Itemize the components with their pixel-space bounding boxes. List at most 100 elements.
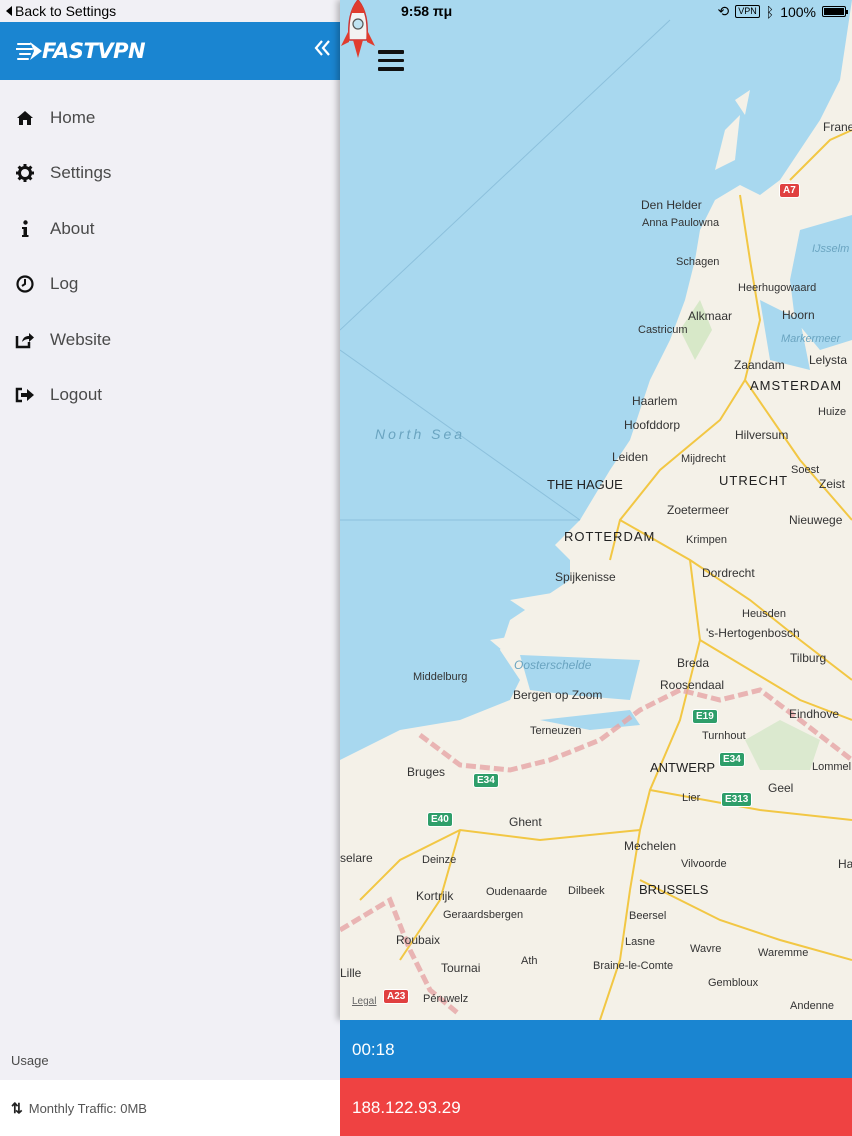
monthly-traffic-row: ⇅ Monthly Traffic: 0MB [0,1080,340,1136]
map-label: Hilversum [735,428,789,442]
back-arrow-icon [6,6,12,16]
back-to-settings-link[interactable]: Back to Settings [6,3,116,19]
map-label: Beersel [629,910,667,922]
road-badge: A23 [383,989,410,1004]
map-label: Waremme [758,947,809,959]
map-label: Braine-le-Comte [593,960,674,972]
road-badge: E34 [473,773,499,788]
sidebar-item-label: Settings [50,163,112,183]
map-label: Haarlem [632,394,678,408]
sidebar-item-logout[interactable]: Logout [0,368,340,424]
map-label: North Sea [375,426,466,442]
map-label: AMSTERDAM [750,378,843,393]
map-label: Heerhugowaard [738,282,817,294]
map-label: Zoetermeer [667,503,730,517]
sidebar-header: FASTVPN [0,22,340,80]
sidebar-item-website[interactable]: Website [0,312,340,368]
map-label: Geraardsbergen [443,909,524,921]
map-label: Anna Paulowna [642,217,720,229]
map-label: IJsselm [812,243,850,255]
map-label: Krimpen [686,534,727,546]
share-icon [0,331,50,349]
sidebar-item-settings[interactable]: Settings [0,146,340,202]
legal-link[interactable]: Legal [352,996,376,1007]
map-label: Roosendaal [660,678,725,692]
map-label: Lasne [625,936,655,948]
map-label: Breda [677,656,710,670]
map-label: Oudenaarde [486,886,548,898]
map-label: Tilburg [790,651,827,665]
hamburger-menu-button[interactable] [378,50,404,72]
map-label: Terneuzen [530,725,582,737]
battery-percent: 100% [780,3,816,20]
map-label: Bergen op Zoom [513,688,603,702]
map-label: Deinze [422,854,457,866]
map-label: Dilbeek [568,885,605,897]
clock-icon [0,275,50,293]
map-label: Péruwelz [423,993,469,1005]
map-label: Lelysta [809,353,848,367]
map-label: Middelburg [413,671,468,683]
double-chevron-left-icon [314,40,330,56]
connection-timer-bar: 00:18 [340,1020,852,1078]
sidebar-item-label: Home [50,107,96,127]
map-label: Mijdrecht [681,453,726,465]
map-label: Tournai [441,961,481,975]
map-background [340,0,852,1020]
map-label: Hoorn [782,308,815,322]
map-view[interactable]: Frane Den Helder Anna Paulowna Schagen H… [340,0,852,1020]
map-label: Schagen [676,256,720,268]
map-label: THE HAGUE [547,477,623,492]
sidebar-item-about[interactable]: About [0,201,340,257]
sidebar-item-home[interactable]: Home [0,90,340,146]
map-label: Bruges [407,765,446,779]
map-label: Geel [768,781,794,795]
map-label: Mechelen [624,839,677,853]
map-label: Zaandam [734,358,785,372]
monthly-traffic-text: Monthly Traffic: 0MB [28,1100,147,1116]
map-label: Andenne [790,1000,835,1012]
gear-icon [0,164,50,183]
map-label: Lier [682,792,701,804]
map-label: Spijkenisse [555,570,616,584]
map-label: Huize [818,406,847,418]
map-label: Gembloux [708,977,759,989]
map-label: Alkmaar [688,309,733,323]
map-label: ROTTERDAM [564,529,656,544]
sidebar-menu: Home Settings About Log Website Logout [0,90,340,423]
map-label: Den Helder [641,198,702,212]
road-badge: E34 [719,752,745,767]
sidebar-item-label: Logout [50,385,102,405]
ip-address: 188.122.93.29 [352,1098,461,1117]
map-label: Nieuwege [789,513,843,527]
map-label: Lommel [812,761,852,773]
road-badge: E313 [721,792,753,807]
map-label: Eindhove [789,707,840,721]
sidebar-item-label: Log [50,274,79,294]
map-label: Markermeer [781,333,841,345]
map-label: Ghent [509,815,542,829]
map-label: selare [340,851,373,865]
map-label: Lille [340,966,362,980]
map-label: Ha [838,857,852,871]
road-badge: E40 [427,812,453,827]
connection-timer: 00:18 [352,1040,395,1059]
status-time: 9:58 πμ [401,3,453,19]
status-indicators: ⟲ VPN ᛒ 100% [718,3,848,20]
info-icon [0,220,50,238]
sidebar-item-label: About [50,218,95,238]
map-label: Wavre [690,943,722,955]
map-label: Oosterschelde [514,658,592,672]
sidebar-item-log[interactable]: Log [0,257,340,313]
collapse-sidebar-button[interactable] [314,38,330,62]
vpn-badge: VPN [735,5,760,18]
map-label: Vilvoorde [681,858,727,870]
status-bar: Back to Settings 9:58 πμ ⟲ VPN ᛒ 100% [0,0,852,22]
map-label: Roubaix [396,933,441,947]
map-label: Castricum [638,324,688,336]
sign-out-icon [0,387,50,403]
usage-label: Usage [11,1053,49,1068]
logo-text: FASTVPN [42,39,146,63]
map-label: 's-Hertogenbosch [706,626,800,640]
back-label: Back to Settings [15,3,117,19]
